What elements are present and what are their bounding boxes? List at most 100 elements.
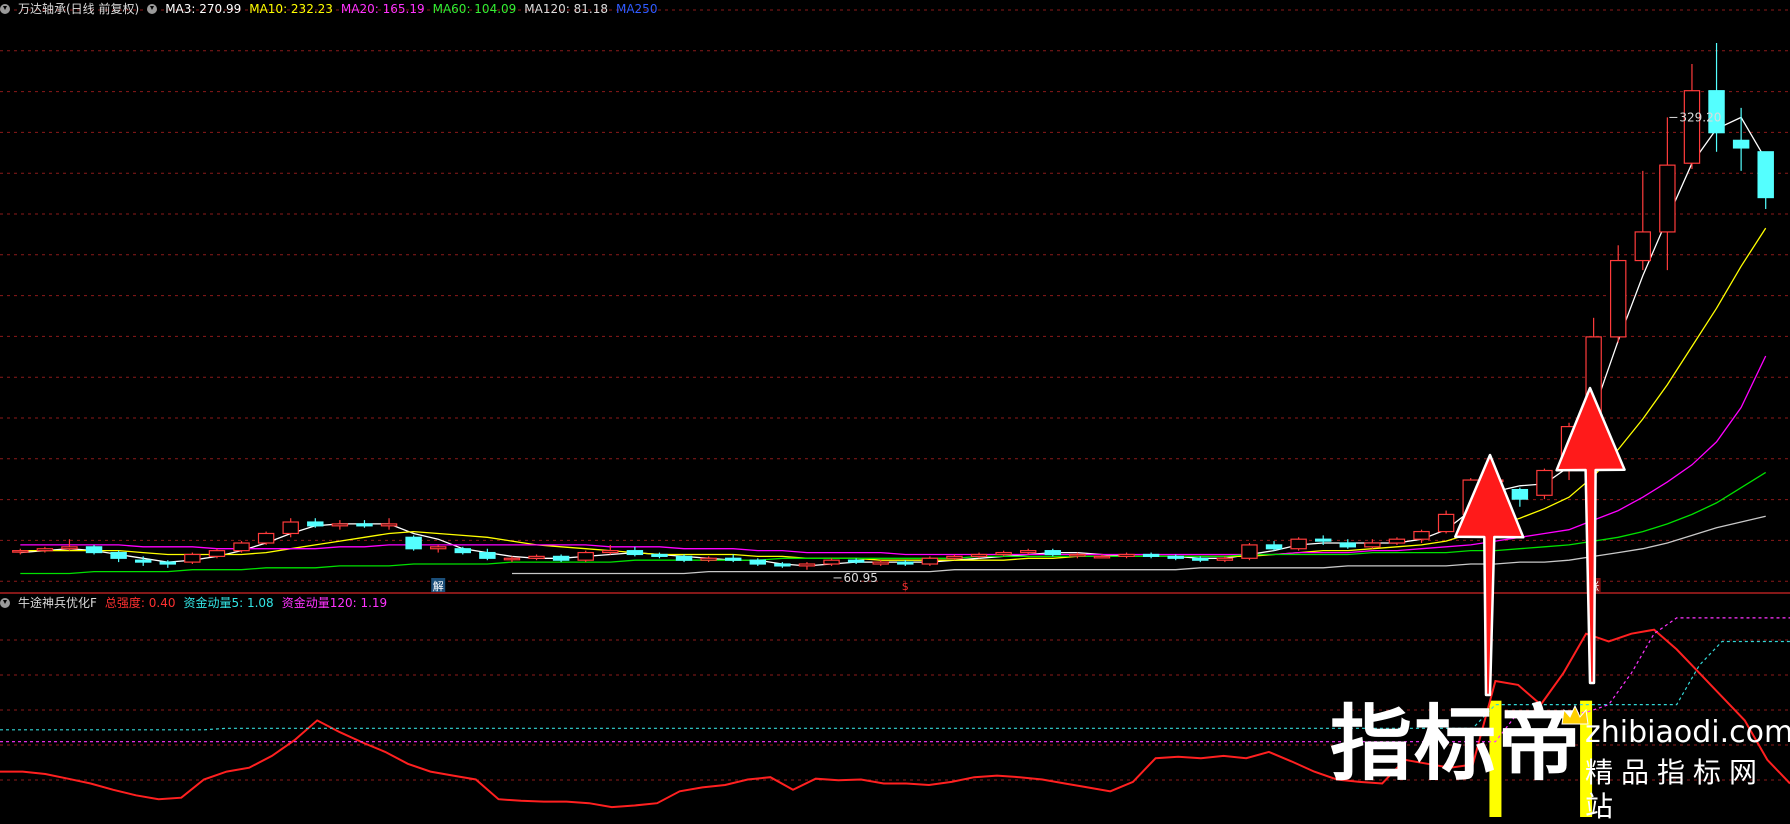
- ma120-line: [512, 515, 1766, 575]
- ma3-label: MA3: 270.99: [165, 2, 242, 16]
- main-chart-header: 万达轴承(日线 前复权) MA3: 270.99 MA10: 232.23 MA20:…: [0, 0, 665, 18]
- stock-chart-canvas[interactable]: 329.2060.95解$涨: [0, 0, 1790, 820]
- candle-body: [528, 555, 545, 559]
- candle-body: [1290, 538, 1307, 550]
- candle-body: [110, 551, 127, 559]
- flow5-label: 资金动量5: 1.08: [183, 596, 274, 610]
- candle-body: [1093, 555, 1111, 559]
- candle: [429, 544, 447, 553]
- candle: [1044, 548, 1062, 557]
- candle: [1609, 245, 1627, 343]
- candle: [1142, 552, 1160, 559]
- candle: [110, 550, 127, 563]
- candle-body: [1167, 555, 1184, 559]
- candle-body: [1265, 544, 1283, 550]
- candle: [528, 554, 545, 561]
- candle-body: [1364, 542, 1381, 548]
- candle-body: [626, 550, 644, 556]
- candle-body: [1659, 164, 1676, 233]
- candle-body: [331, 523, 349, 527]
- candle: [626, 546, 644, 557]
- candle-body: [1437, 513, 1455, 533]
- indicator-panel: [0, 617, 1790, 817]
- ma60-label: MA60: 104.09: [432, 2, 517, 16]
- candle: [479, 548, 496, 561]
- candle-body: [946, 555, 963, 559]
- candle-body: [1314, 538, 1332, 542]
- candle-body: [61, 546, 78, 550]
- candle: [552, 554, 570, 563]
- indicator-title: 牛途神兵优化F: [18, 596, 97, 610]
- candle: [1634, 170, 1652, 271]
- options-circle-icon[interactable]: [0, 598, 10, 608]
- options-circle-icon[interactable]: [147, 4, 158, 14]
- candle: [36, 546, 54, 553]
- candle-body: [1413, 530, 1430, 540]
- candle: [921, 556, 939, 566]
- candle: [1732, 107, 1750, 171]
- candle-body: [1044, 550, 1062, 556]
- candle-body: [1388, 538, 1406, 544]
- candle-body: [257, 532, 275, 544]
- candle: [1192, 556, 1209, 563]
- candle: [356, 520, 373, 528]
- price-annotation: 329.20: [1679, 110, 1721, 124]
- ma20-label: MA20: 165.19: [340, 2, 425, 16]
- candle: [257, 531, 275, 545]
- candle: [577, 550, 594, 563]
- candle-body: [675, 555, 693, 561]
- candle: [798, 562, 816, 570]
- candle: [897, 560, 914, 566]
- candle-body: [602, 550, 619, 554]
- candle-body: [503, 557, 521, 561]
- candle-body: [1683, 90, 1701, 164]
- candle-body: [577, 551, 594, 561]
- candle-body: [380, 523, 398, 527]
- candle: [1511, 487, 1529, 507]
- indicator-series-2: [0, 640, 1790, 731]
- candle-body: [1216, 557, 1234, 561]
- candle-body: [798, 563, 816, 567]
- candle-body: [12, 550, 29, 553]
- candle: [651, 552, 668, 559]
- candle: [1757, 151, 1774, 210]
- candle: [307, 518, 324, 528]
- candle-body: [823, 559, 840, 565]
- candle-body: [724, 557, 742, 561]
- candle-body: [1069, 553, 1086, 557]
- candle-body: [1634, 231, 1652, 262]
- candlestick-series: [12, 42, 1774, 570]
- candle: [331, 520, 349, 530]
- indicator-header: 牛途神兵优化F 总强度: 0.40 资金动量5: 1.08 资金动量120: 1.19: [0, 594, 395, 612]
- signal-arrows: [1454, 386, 1626, 697]
- candle: [1388, 537, 1406, 545]
- candle: [282, 518, 299, 538]
- marker-label: 解: [433, 579, 444, 593]
- candle-body: [159, 561, 177, 565]
- candle-body: [1536, 469, 1553, 496]
- candle: [1413, 529, 1430, 544]
- candle-body: [749, 559, 767, 565]
- candle-body: [1511, 488, 1529, 500]
- candle: [405, 535, 422, 551]
- candle: [233, 541, 250, 553]
- options-circle-icon[interactable]: [0, 4, 10, 14]
- indicator-series-3: [0, 617, 1790, 743]
- candle-body: [651, 553, 668, 557]
- stock-title: 万达轴承(日线 前复权): [18, 2, 140, 16]
- candle-body: [1339, 542, 1357, 548]
- candle: [454, 546, 472, 555]
- candle: [1659, 117, 1676, 271]
- candle: [208, 548, 226, 559]
- candle: [1167, 554, 1184, 561]
- candle-body: [1757, 151, 1774, 199]
- candle-body: [921, 557, 939, 565]
- candle: [724, 554, 742, 563]
- candle-body: [995, 551, 1012, 556]
- marker-label: $: [902, 580, 909, 593]
- candle-body: [282, 521, 299, 535]
- ma10-label: MA10: 232.23: [249, 2, 333, 16]
- chart-annotations: 329.2060.95解$涨: [431, 110, 1721, 593]
- candle-body: [700, 557, 717, 561]
- candle: [1241, 543, 1258, 561]
